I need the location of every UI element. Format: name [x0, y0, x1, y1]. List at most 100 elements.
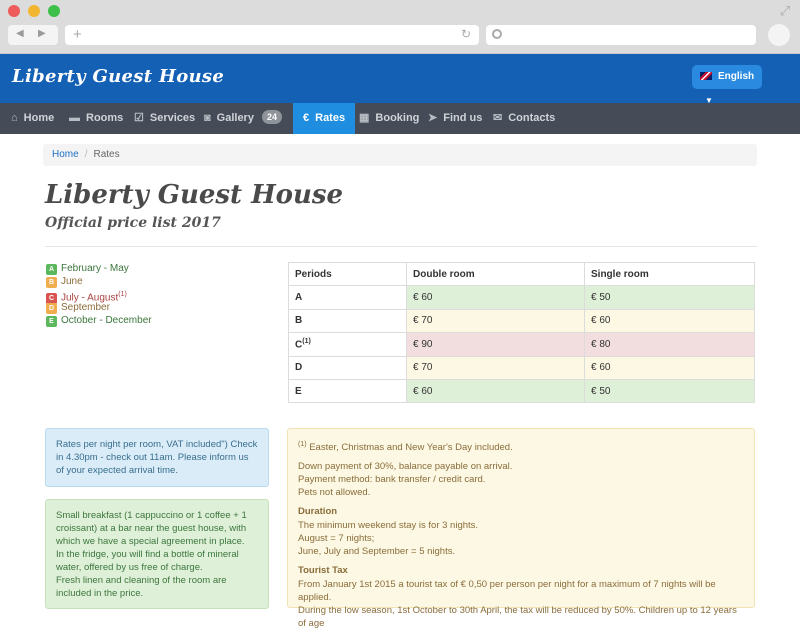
maximize-window-button[interactable] — [48, 5, 60, 17]
period-cell: A — [288, 285, 407, 310]
tourist-tax-info: From January 1st 2015 a tourist tax of €… — [298, 578, 744, 630]
close-window-button[interactable] — [8, 5, 20, 17]
table-row: E € 60 € 50 — [288, 378, 755, 404]
rates-table: Periods Double room Single room A € 60 € 5… — [288, 261, 755, 404]
period-badge: D — [46, 303, 57, 314]
site-logo[interactable]: Liberty Guest House — [12, 66, 224, 87]
period-label: June — [61, 276, 83, 287]
payment-line: Down payment of 30%, balance payable on … — [298, 461, 513, 473]
legend-item: D September — [46, 301, 152, 314]
uk-flag-icon — [700, 72, 712, 80]
breadcrumb: Home / Rates — [43, 144, 757, 166]
single-room-price: € 50 — [584, 378, 755, 404]
site-header: Liberty Guest House English▼ — [0, 54, 800, 105]
fullscreen-icon[interactable]: ⤢ — [778, 4, 792, 18]
nav-label: Contacts — [508, 112, 556, 124]
new-tab-icon[interactable]: + — [73, 26, 82, 44]
nav-label: Rooms — [86, 112, 124, 124]
breakfast-text: Small breakfast (1 cappuccino or 1 coffe… — [56, 510, 247, 547]
duration-line: June, July and September = 5 nights. — [298, 546, 456, 558]
tourist-tax-heading: Tourist Tax — [298, 565, 348, 577]
browser-search-input[interactable] — [486, 25, 756, 45]
included-services-box: Small breakfast (1 cappuccino or 1 coffe… — [45, 499, 269, 609]
checkin-info-text: Rates per night per room, VAT included")… — [56, 439, 258, 476]
legend-item: C July - August(1) — [46, 288, 152, 305]
euro-icon: € — [303, 112, 310, 124]
footnote-marker: (1) — [298, 441, 307, 448]
single-room-price: € 60 — [584, 308, 755, 334]
footnote-marker: (1) — [302, 338, 311, 346]
duration-line: The minimum weekend stay is for 3 nights… — [298, 520, 479, 532]
table-header-row: Periods Double room Single room — [288, 261, 755, 287]
legend-item: E October - December — [46, 314, 152, 327]
nav-label: Find us — [443, 112, 483, 124]
nav-item-home[interactable]: ⌂ Home — [11, 103, 54, 134]
table-row: A € 60 € 50 — [288, 285, 755, 310]
footnote-marker: (1) — [118, 291, 127, 298]
tax-line: During the low season, 1st October to 30… — [298, 605, 737, 630]
period-cell: C(1) — [288, 332, 407, 357]
holiday-note: (1) Easter, Christmas and New Year's Day… — [298, 438, 744, 454]
back-button[interactable]: ◀ — [16, 28, 24, 39]
column-header-double-room: Double room — [406, 261, 585, 287]
nav-item-rates[interactable]: € Rates — [293, 103, 356, 134]
gallery-count-badge: 24 — [261, 110, 282, 124]
minimize-window-button[interactable] — [28, 5, 40, 17]
nav-item-contacts[interactable]: ✉ Contacts — [493, 103, 555, 134]
home-icon: ⌂ — [11, 112, 18, 124]
nav-item-gallery[interactable]: ◙ Gallery 24 — [204, 103, 282, 134]
duration-heading: Duration — [298, 506, 338, 518]
bed-icon: ▬ — [69, 112, 80, 124]
table-row: D € 70 € 60 — [288, 355, 755, 380]
single-room-price: € 50 — [584, 285, 755, 310]
nav-item-rooms[interactable]: ▬ Rooms — [69, 103, 123, 134]
period-badge: B — [46, 277, 57, 288]
nav-label: Booking — [375, 112, 420, 124]
payment-info: Down payment of 30%, balance payable on … — [298, 460, 744, 499]
double-room-price: € 70 — [406, 355, 585, 380]
period-legend: A February - May B June C July - August(1) D Se… — [46, 262, 152, 327]
column-header-periods: Periods — [288, 261, 407, 287]
period-cell: E — [288, 378, 407, 404]
double-room-price: € 90 — [406, 332, 585, 357]
address-bar[interactable]: + ↻ — [65, 25, 479, 45]
history-buttons: ◀ ▶ — [8, 25, 58, 45]
payment-line: Payment method: bank transfer / credit c… — [298, 474, 486, 486]
period-label: February - May — [61, 263, 129, 274]
language-dropdown[interactable]: English▼ — [692, 65, 762, 105]
single-room-price: € 60 — [584, 355, 755, 380]
double-room-price: € 60 — [406, 285, 585, 310]
table-row: B € 70 € 60 — [288, 308, 755, 334]
double-room-price: € 70 — [406, 308, 585, 334]
reload-icon[interactable]: ↻ — [461, 27, 471, 41]
breadcrumb-home-link[interactable]: Home — [52, 149, 79, 160]
period-cell: D — [288, 355, 407, 380]
nav-item-booking[interactable]: ▦ Booking — [359, 103, 419, 134]
nav-item-find-us[interactable]: ➤ Find us — [428, 103, 482, 134]
conditions-box: (1) Easter, Christmas and New Year's Day… — [287, 428, 755, 629]
payment-line: Pets not allowed. — [298, 487, 371, 499]
nav-item-services[interactable]: ☑ Services — [134, 103, 195, 134]
breadcrumb-current: Rates — [93, 149, 120, 160]
checkbox-icon: ☑ — [134, 112, 144, 124]
nav-label: Home — [23, 112, 55, 124]
period-label: September — [61, 302, 110, 313]
period-cell: B — [288, 308, 407, 334]
nav-label: Services — [149, 112, 196, 124]
linen-text: Fresh linen and cleaning of the room are… — [56, 575, 227, 599]
single-room-price: € 80 — [584, 332, 755, 357]
double-room-price: € 60 — [406, 378, 585, 404]
page-subtitle: Official price list 2017 — [45, 215, 221, 231]
duration-line: August = 7 nights; — [298, 533, 375, 545]
water-text: In the fridge, you will find a bottle of… — [56, 549, 239, 573]
duration-info: The minimum weekend stay is for 3 nights… — [298, 519, 744, 558]
period-badge: A — [46, 264, 57, 275]
period-badge: E — [46, 316, 57, 327]
nav-label: Gallery — [216, 112, 254, 124]
language-label: English — [718, 71, 755, 82]
column-header-single-room: Single room — [584, 261, 755, 287]
legend-item: B June — [46, 275, 152, 288]
browser-menu-button[interactable] — [768, 24, 790, 46]
forward-button[interactable]: ▶ — [38, 28, 46, 39]
camera-icon: ◙ — [204, 112, 211, 124]
